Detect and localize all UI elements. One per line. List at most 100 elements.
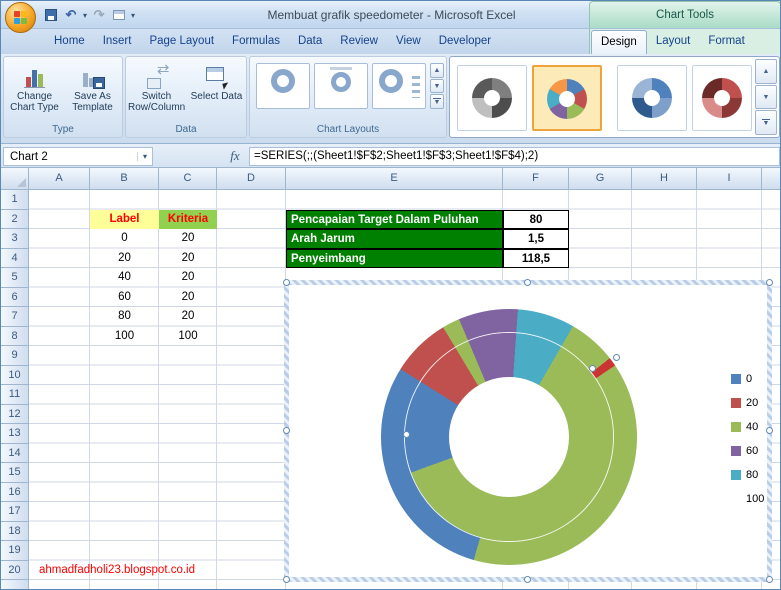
chart-legend[interactable]: 0 20 40 60 80 100 [731, 367, 775, 511]
save-as-template-button[interactable]: Save As Template [64, 60, 121, 124]
row-header-8[interactable]: 8 [1, 326, 29, 346]
chart-handle-s[interactable] [524, 576, 531, 583]
column-header-H[interactable]: H [632, 168, 697, 190]
cell-b3[interactable]: 0 [90, 229, 159, 249]
chart-handle-e[interactable] [766, 427, 773, 434]
cell-f4[interactable]: 118,5 [503, 248, 569, 268]
tab-format[interactable]: Format [699, 30, 753, 54]
chart-handle-n[interactable] [524, 279, 531, 286]
cell-c4[interactable]: 20 [159, 249, 217, 269]
switch-row-column-button[interactable]: ⇄ Switch Row/Column [128, 60, 185, 124]
cell-f3[interactable]: 1,5 [503, 229, 569, 249]
row-header-9[interactable]: 9 [1, 346, 29, 366]
legend-entry-20[interactable]: 20 [731, 391, 775, 415]
row-header-4[interactable]: 4 [1, 248, 29, 268]
chart-style-3[interactable] [617, 65, 687, 131]
row-header-13[interactable]: 13 [1, 424, 29, 444]
row-header-7[interactable]: 7 [1, 307, 29, 327]
row-header-19[interactable]: 19 [1, 541, 29, 561]
tab-design[interactable]: Design [591, 30, 647, 54]
series-point-handle[interactable] [589, 365, 596, 372]
chart-handle-se[interactable] [766, 576, 773, 583]
cell-f2[interactable]: 80 [503, 209, 569, 229]
doughnut-outer-ring[interactable] [381, 309, 637, 565]
change-chart-type-button[interactable]: Change Chart Type [6, 60, 63, 124]
cell-e4[interactable]: Penyeimbang [286, 248, 503, 268]
layouts-scroll-up-button[interactable]: ▲ [430, 63, 444, 78]
column-header-partial[interactable] [762, 168, 780, 190]
chart-style-1[interactable] [457, 65, 527, 131]
chart-style-2-selected[interactable] [532, 65, 602, 131]
legend-entry-80[interactable]: 80 [731, 463, 775, 487]
name-box-dropdown-icon[interactable]: ▾ [137, 152, 152, 161]
column-header-D[interactable]: D [217, 168, 286, 190]
tab-view[interactable]: View [387, 30, 430, 54]
row-header-18[interactable]: 18 [1, 521, 29, 541]
column-header-G[interactable]: G [569, 168, 632, 190]
column-header-F[interactable]: F [503, 168, 569, 190]
column-header-B[interactable]: B [90, 168, 159, 190]
cell-c5[interactable]: 20 [159, 268, 217, 288]
row-header-17[interactable]: 17 [1, 502, 29, 522]
tab-developer[interactable]: Developer [430, 30, 500, 54]
legend-entry-0[interactable]: 0 [731, 367, 775, 391]
row-header-12[interactable]: 12 [1, 404, 29, 424]
tab-review[interactable]: Review [331, 30, 387, 54]
column-header-C[interactable]: C [159, 168, 217, 190]
row-header-3[interactable]: 3 [1, 229, 29, 249]
layouts-scroll-down-button[interactable]: ▼ [430, 78, 444, 94]
styles-scroll-down-button[interactable]: ▼ [755, 84, 777, 110]
tab-page-layout[interactable]: Page Layout [140, 30, 223, 54]
tab-layout[interactable]: Layout [647, 30, 700, 54]
row-header-5[interactable]: 5 [1, 268, 29, 288]
row-header-15[interactable]: 15 [1, 463, 29, 483]
chart-handle-w[interactable] [283, 427, 290, 434]
formula-input[interactable]: =SERIES(;;(Sheet1!$F$2;Sheet1!$F$3;Sheet… [249, 147, 780, 166]
office-button[interactable] [5, 2, 36, 33]
chart-layout-2[interactable] [314, 63, 368, 109]
cell-c2[interactable]: Kriteria [159, 209, 217, 229]
chart-layout-1[interactable] [256, 63, 310, 109]
cell-b4[interactable]: 20 [90, 249, 159, 269]
cell-b5[interactable]: 40 [90, 268, 159, 288]
cell-b6[interactable]: 60 [90, 288, 159, 308]
insert-function-button[interactable]: fx [223, 148, 247, 165]
cell-c6[interactable]: 20 [159, 288, 217, 308]
row-header-16[interactable]: 16 [1, 482, 29, 502]
row-header-10[interactable]: 10 [1, 365, 29, 385]
tab-data[interactable]: Data [289, 30, 331, 54]
legend-entry-100[interactable]: 100 [731, 487, 775, 511]
column-header-A[interactable]: A [29, 168, 90, 190]
cell-c7[interactable]: 20 [159, 307, 217, 327]
select-all-corner[interactable] [1, 168, 29, 190]
tab-home[interactable]: Home [45, 30, 94, 54]
cell-e2[interactable]: Pencapaian Target Dalam Puluhan [286, 209, 503, 229]
chart-handle-nw[interactable] [283, 279, 290, 286]
layouts-more-button[interactable]: ▼ [430, 94, 444, 110]
legend-entry-60[interactable]: 60 [731, 439, 775, 463]
row-header-1[interactable]: 1 [1, 190, 29, 210]
cell-b7[interactable]: 80 [90, 307, 159, 327]
cell-c3[interactable]: 20 [159, 229, 217, 249]
speedometer-chart[interactable]: 0 20 40 60 80 100 [283, 279, 775, 583]
series-point-handle[interactable] [613, 354, 620, 361]
row-header-6[interactable]: 6 [1, 287, 29, 307]
row-header-11[interactable]: 11 [1, 385, 29, 405]
row-header-partial[interactable] [1, 580, 29, 589]
chart-style-4[interactable] [692, 65, 752, 131]
tab-insert[interactable]: Insert [94, 30, 141, 54]
series-point-handle[interactable] [403, 431, 410, 438]
chart-layout-3[interactable] [372, 63, 426, 109]
grid[interactable]: Label Kriteria Pencapaian Target Dalam P… [29, 190, 780, 589]
styles-scroll-up-button[interactable]: ▲ [755, 59, 777, 84]
cell-c8[interactable]: 100 [159, 327, 217, 347]
styles-more-button[interactable]: ▼ [755, 110, 777, 136]
doughnut-inner-ring[interactable] [405, 333, 613, 541]
row-header-14[interactable]: 14 [1, 443, 29, 463]
name-box[interactable]: Chart 2 ▾ [3, 147, 153, 166]
column-header-I[interactable]: I [697, 168, 762, 190]
cell-e3[interactable]: Arah Jarum [286, 229, 503, 249]
cell-b8[interactable]: 100 [90, 327, 159, 347]
tab-formulas[interactable]: Formulas [223, 30, 289, 54]
chart-handle-sw[interactable] [283, 576, 290, 583]
